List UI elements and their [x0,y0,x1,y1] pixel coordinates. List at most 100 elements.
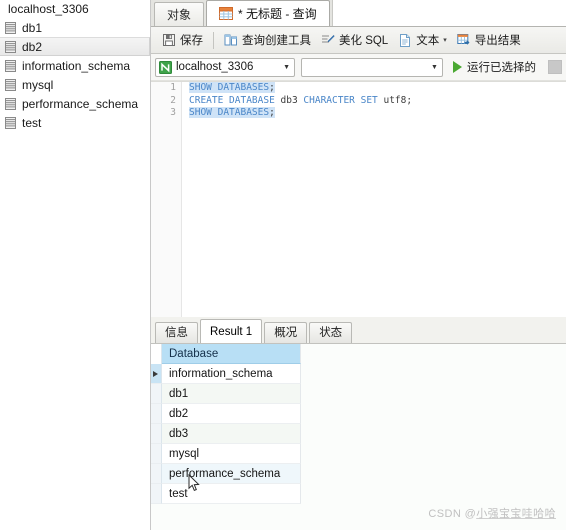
tab-objects-label: 对象 [167,8,192,22]
export-result-label: 导出结果 [474,35,521,47]
main-panel: 对象 * 无标题 - 查询 保存 查询创建工具 美化 SQL 文本 ▾ 导出结果… [151,0,566,530]
toolbar-separator-1 [213,31,214,49]
watermark-username: 小强宝宝哇哈哈 [476,508,556,520]
chevron-down-icon[interactable]: ▾ [443,37,447,44]
row-indicator-cell[interactable] [151,364,162,384]
sidebar-item-label: db2 [22,39,43,54]
result-grid-empty-area [301,344,566,530]
save-button[interactable]: 保存 [157,30,208,51]
database-icon [5,116,16,129]
database-select[interactable]: ▼ [301,57,443,77]
table-cell[interactable]: db3 [162,424,301,444]
query-table-icon [219,7,234,20]
sql-token: SHOW DATABASES [189,82,270,93]
grid-corner-cell [151,344,162,364]
sidebar-item-label: mysql [22,77,54,92]
sidebar-item-db1[interactable]: db1 [0,18,150,37]
result-tab-状态[interactable]: 状态 [309,322,353,343]
sql-line[interactable]: CREATE DATABASE db3 CHARACTER SET utf8; [189,95,566,108]
result-grid[interactable]: Database information_schema db1 db2 db3 mysql… [151,344,566,530]
database-icon [5,40,16,53]
sql-token: SHOW DATABASES [189,107,270,118]
sidebar-item-information-schema[interactable]: information_schema [0,56,150,75]
result-tab-概况[interactable]: 概况 [264,322,308,343]
column-header[interactable]: Database [162,344,301,364]
save-disk-icon [162,33,176,47]
tree-root-connection[interactable]: localhost_3306 [0,0,150,18]
table-cell[interactable]: db2 [162,404,301,424]
query-toolbar: 保存 查询创建工具 美化 SQL 文本 ▾ 导出结果 [151,27,566,54]
result-tab-strip: 信息 Result 1 概况 状态 [151,317,566,344]
row-indicator-cell[interactable] [151,464,162,484]
beautify-sql-button[interactable]: 美化 SQL [316,30,393,51]
sql-token: CREATE DATABASE [189,94,281,106]
table-cell[interactable]: performance_schema [162,464,301,484]
sidebar-item-label: information_schema [22,58,131,73]
table-cell[interactable]: db1 [162,384,301,404]
table-cell[interactable]: mysql [162,444,301,464]
play-triangle-icon [453,61,462,73]
sidebar-item-db2[interactable]: db2 [0,37,150,56]
sql-token: utf8; [383,94,413,106]
text-button[interactable]: 文本 ▾ [393,30,452,51]
row-indicator-cell[interactable] [151,384,162,404]
result-tab-信息[interactable]: 信息 [155,322,198,343]
table-cell[interactable]: test [162,484,301,504]
current-row-arrow-icon [153,370,158,377]
sidebar-item-mysql[interactable]: mysql [0,75,150,94]
query-builder-icon [224,33,238,47]
beautify-pen-icon [321,33,335,47]
save-label: 保存 [180,35,203,47]
connection-select-value: localhost_3306 [176,61,254,73]
tab-strip-empty-area [331,0,566,26]
sql-token: ; [269,107,275,118]
tab-query-label: * 无标题 - 查询 [238,7,317,21]
line-number: 2 [170,94,176,106]
sidebar-item-label: db1 [22,20,43,35]
line-number: 3 [170,107,176,118]
row-indicator-cell[interactable] [151,424,162,444]
database-tree-sidebar[interactable]: localhost_3306 db1 db2 information_schemam… [0,0,151,530]
sidebar-item-label: performance_schema [22,96,139,111]
database-list: db1 db2 information_schemamysql performance… [0,18,150,132]
database-icon [5,97,16,110]
sql-token: ; [269,82,275,93]
text-document-icon [398,33,412,47]
result-tab-result-1[interactable]: Result 1 [200,319,263,343]
stop-square-icon [548,60,562,74]
sql-token: CHARACTER SET [303,94,384,106]
sql-token: db3 [280,94,304,106]
chevron-down-icon[interactable]: ▼ [279,64,294,71]
table-cell[interactable]: information_schema [162,364,301,384]
sql-code-area[interactable]: SHOW DATABASES; CREATE DATABASE db3 CHARA… [189,82,566,120]
watermark-prefix: CSDN @ [428,508,477,520]
text-label: 文本 [416,35,440,47]
line-number-gutter: 123 [151,82,182,318]
row-indicator-cell[interactable] [151,444,162,464]
sidebar-item-test[interactable]: test [0,113,150,132]
run-selected-label: 运行已选择的 [467,62,536,74]
export-grid-icon [457,33,471,47]
navicat-connection-icon [159,60,172,74]
sidebar-item-performance-schema[interactable]: performance_schema [0,94,150,113]
run-selected-button[interactable]: 运行已选择的 [449,57,540,77]
database-icon [5,21,16,34]
database-icon [5,59,16,72]
tab-query[interactable]: * 无标题 - 查询 [206,0,330,26]
query-builder-button[interactable]: 查询创建工具 [219,30,316,51]
chevron-down-icon[interactable]: ▼ [427,64,442,71]
sql-line[interactable]: SHOW DATABASES; [189,82,566,95]
connection-bar: localhost_3306 ▼ ▼ 运行已选择的 [151,54,566,81]
sql-editor[interactable]: 123 SHOW DATABASES; CREATE DATABASE db3 C… [151,81,566,318]
editor-tab-strip: 对象 * 无标题 - 查询 [151,0,566,27]
beautify-sql-label: 美化 SQL [339,35,389,47]
row-indicator-cell[interactable] [151,404,162,424]
export-result-button[interactable]: 导出结果 [452,30,526,51]
tab-objects[interactable]: 对象 [154,2,205,26]
query-builder-label: 查询创建工具 [242,35,311,47]
connection-select[interactable]: localhost_3306 ▼ [155,57,296,77]
sql-line[interactable]: SHOW DATABASES; [189,107,566,120]
csdn-watermark: CSDN @小强宝宝哇哈哈 [428,505,556,521]
row-indicator-cell[interactable] [151,484,162,504]
database-icon [5,78,16,91]
